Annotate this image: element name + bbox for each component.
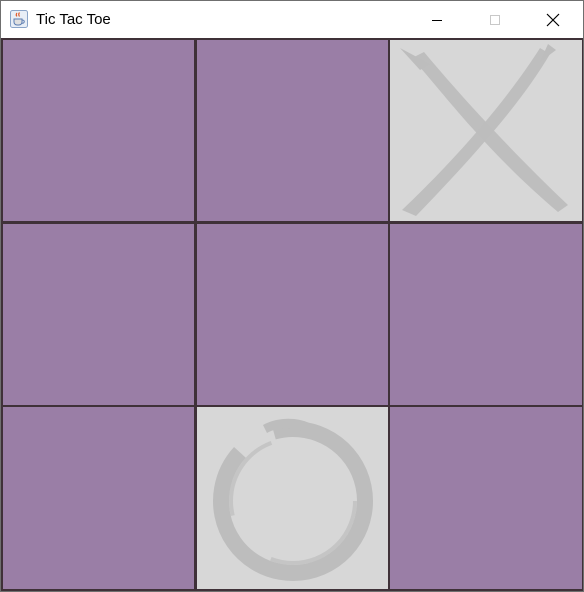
cell-middle-left[interactable] [3,224,194,405]
maximize-button[interactable] [472,1,518,38]
game-board [1,38,583,591]
cell-top-center[interactable] [197,40,388,221]
close-button[interactable] [530,1,576,38]
cell-middle-right[interactable] [390,224,582,405]
minimize-icon [431,14,443,26]
cell-bottom-center[interactable] [197,407,388,589]
window-title: Tic Tac Toe [36,11,111,28]
title-bar[interactable]: Tic Tac Toe [1,1,583,38]
cell-top-left[interactable] [3,40,194,221]
cell-top-right[interactable] [390,40,582,221]
cell-center[interactable] [197,224,388,405]
minimize-button[interactable] [414,1,460,38]
cell-bottom-left[interactable] [3,407,194,589]
java-cup-icon [10,10,28,28]
cell-bottom-right[interactable] [390,407,582,589]
game-window: Tic Tac Toe [0,0,584,592]
close-icon [546,13,560,27]
maximize-icon [489,14,501,26]
